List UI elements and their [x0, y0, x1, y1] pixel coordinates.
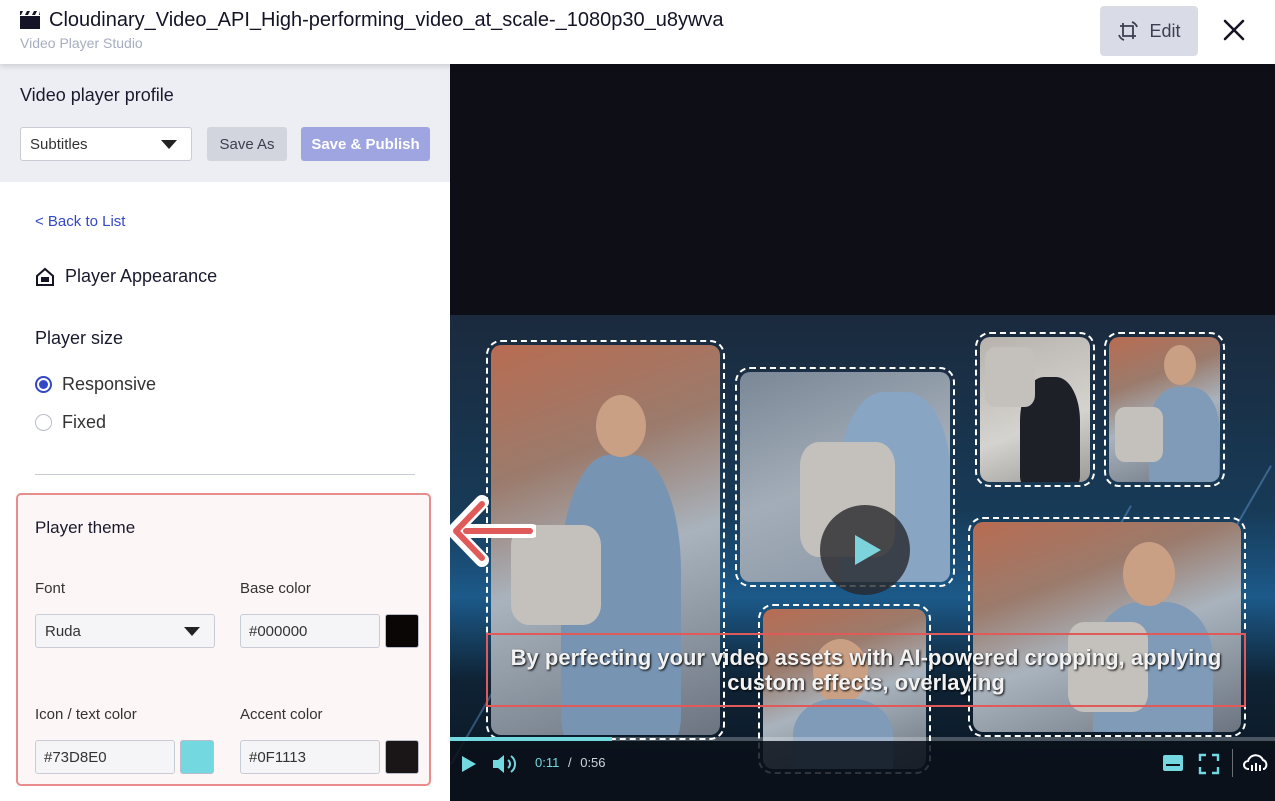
edit-label: Edit: [1149, 20, 1181, 41]
play-overlay-button[interactable]: [820, 505, 910, 595]
base-color-swatch[interactable]: [385, 614, 419, 648]
close-icon: [1223, 19, 1245, 41]
base-color-value: #000000: [249, 622, 308, 640]
crop-rotate-icon: [1118, 21, 1139, 41]
home-icon: [36, 267, 54, 286]
font-select[interactable]: Ruda: [35, 614, 215, 648]
player-theme-title: Player theme: [35, 518, 136, 537]
close-button[interactable]: [1218, 14, 1250, 46]
save-as-button[interactable]: Save As: [207, 127, 287, 161]
app-subtitle: Video Player Studio: [20, 35, 143, 51]
subtitle-caption: By perfecting your video assets with AI-…: [510, 645, 1222, 695]
edit-button[interactable]: Edit: [1100, 6, 1198, 56]
current-time: 0:11: [535, 755, 560, 770]
player-size-label: Player size: [35, 328, 124, 348]
player-controls: 0:11 / 0:56: [450, 741, 1275, 801]
back-to-list-link[interactable]: < Back to List: [35, 213, 125, 230]
time-display: 0:11 / 0:56: [535, 755, 606, 770]
base-color-label: Base color: [240, 580, 311, 597]
video-title: Cloudinary_Video_API_High-performing_vid…: [49, 9, 724, 31]
radio-responsive[interactable]: Responsive: [35, 374, 156, 395]
icon-text-color-swatch[interactable]: [180, 740, 214, 774]
subtitles-icon[interactable]: [1162, 754, 1184, 774]
header-bar: Cloudinary_Video_API_High-performing_vid…: [0, 0, 1275, 64]
fullscreen-icon[interactable]: [1198, 753, 1220, 775]
font-select-value: Ruda: [45, 622, 81, 640]
settings-panel: Video player profile Subtitles Save As S…: [0, 64, 450, 801]
divider: [35, 474, 415, 475]
save-publish-button[interactable]: Save & Publish: [301, 127, 430, 161]
radio-responsive-label: Responsive: [62, 374, 157, 394]
radio-dot-selected: [35, 376, 52, 393]
arrow-left-icon: [447, 495, 536, 567]
icon-text-color-label: Icon / text color: [35, 706, 137, 723]
player-theme-section: Player theme Font Ruda Base color #00000…: [16, 493, 431, 786]
duration: 0:56: [580, 755, 606, 770]
player-appearance-label: Player Appearance: [65, 266, 218, 286]
time-separator: /: [567, 755, 572, 770]
chevron-down-icon: [184, 627, 200, 636]
play-icon[interactable]: [461, 755, 477, 773]
player-appearance-heading: Player Appearance: [35, 266, 217, 287]
font-label: Font: [35, 580, 66, 597]
controls-divider: [1232, 749, 1233, 777]
cloudinary-logo-icon[interactable]: [1243, 753, 1269, 773]
volume-icon[interactable]: [491, 752, 517, 776]
radio-dot: [35, 414, 52, 431]
video-frame-tile: [1104, 332, 1225, 487]
video-preview-area: By perfecting your video assets with AI-…: [450, 64, 1275, 801]
video-player[interactable]: By perfecting your video assets with AI-…: [450, 315, 1275, 801]
profile-select-value: Subtitles: [30, 135, 88, 153]
chevron-down-icon: [161, 140, 177, 149]
profile-select[interactable]: Subtitles: [20, 127, 192, 161]
profile-label: Video player profile: [20, 85, 174, 105]
radio-fixed-label: Fixed: [62, 412, 107, 432]
play-icon: [855, 535, 881, 565]
icon-text-color-input[interactable]: #73D8E0: [35, 740, 175, 774]
base-color-input[interactable]: #000000: [240, 614, 380, 648]
clapperboard-icon: [20, 11, 40, 29]
radio-fixed[interactable]: Fixed: [35, 412, 106, 433]
accent-color-value: #0F1113: [249, 748, 306, 766]
video-player-studio: Cloudinary_Video_API_High-performing_vid…: [0, 0, 1275, 801]
accent-color-swatch[interactable]: [385, 740, 419, 774]
icon-text-color-value: #73D8E0: [44, 748, 107, 766]
accent-color-input[interactable]: #0F1113: [240, 740, 380, 774]
profile-section: Video player profile Subtitles Save As S…: [0, 64, 450, 182]
video-frame-tile: [975, 332, 1095, 487]
accent-color-label: Accent color: [240, 706, 323, 723]
